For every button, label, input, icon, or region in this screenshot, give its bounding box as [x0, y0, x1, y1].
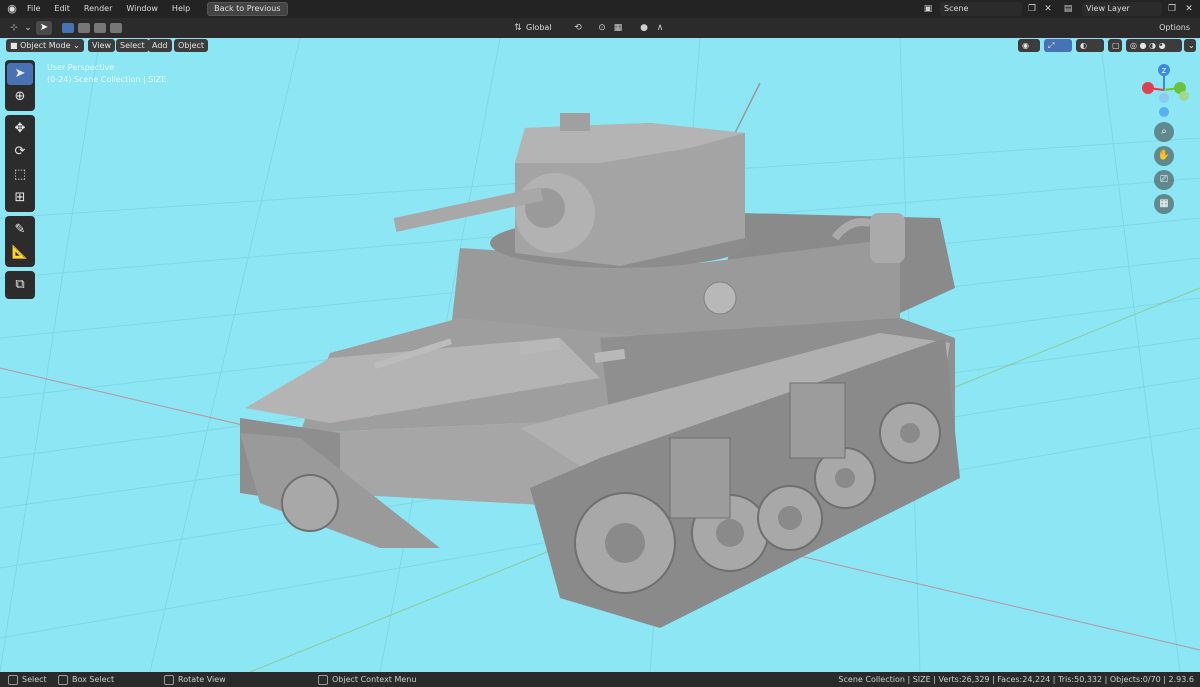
back-to-previous-button[interactable]: Back to Previous: [207, 2, 288, 16]
options-dropdown[interactable]: Options: [1155, 21, 1194, 35]
menu-render[interactable]: Render: [77, 0, 119, 18]
proportional-edit-icon[interactable]: ●: [638, 22, 650, 34]
falloff-icon[interactable]: ∧: [654, 22, 666, 34]
pivot-icon[interactable]: ⟲: [572, 22, 584, 34]
select-menu[interactable]: Select: [116, 39, 149, 52]
status-select-label: Select: [22, 675, 47, 684]
menu-file[interactable]: File: [20, 0, 47, 18]
object-mode-icon: ■: [10, 41, 21, 50]
status-context-menu-label: Object Context Menu: [332, 675, 417, 684]
mouse-middle-icon: [164, 674, 174, 685]
pan-hand-icon[interactable]: ✋: [1154, 146, 1174, 166]
camera-icon[interactable]: ⎚: [1154, 170, 1174, 190]
object-menu[interactable]: Object: [174, 39, 209, 52]
status-box-select-label: Box Select: [72, 675, 115, 684]
chevron-down-icon[interactable]: ⌄: [22, 22, 34, 34]
shading-options-icon[interactable]: ⌄: [1184, 39, 1196, 52]
mouse-right-icon: [318, 674, 328, 685]
shading-mode-icons[interactable]: ◎ ● ◑ ◕: [1126, 39, 1182, 52]
view-menu[interactable]: View: [88, 39, 115, 52]
status-box-select: Box Select: [58, 672, 114, 687]
ortho-grid-icon[interactable]: ▦: [1154, 194, 1174, 214]
mouse-left-icon: [8, 674, 18, 685]
3d-viewport[interactable]: ■ Object Mode ⌄ View Select Add Object ◉…: [0, 38, 1200, 672]
measure-icon[interactable]: 📐: [7, 242, 33, 264]
select-tool-group: ➤ ⊕: [5, 60, 35, 111]
chevron-down-icon: ⌄: [73, 41, 80, 50]
status-bar: Select Box Select Rotate View Object Con…: [0, 672, 1200, 687]
axis-gizmo-icon[interactable]: Z: [1130, 60, 1200, 120]
object-mode-dropdown[interactable]: ■ Object Mode ⌄: [6, 39, 84, 52]
view-layer-icon[interactable]: ▤: [1062, 3, 1074, 15]
add-menu[interactable]: Add: [148, 39, 172, 52]
mouse-drag-icon: [58, 674, 68, 685]
view-layer-field[interactable]: View Layer: [1082, 2, 1162, 16]
view-layer-copy-icon[interactable]: ❐: [1166, 3, 1178, 15]
viewport-header: ■ Object Mode ⌄ View Select Add Object ◉…: [0, 38, 1200, 54]
transform-icon[interactable]: ⊞: [7, 187, 33, 209]
transform-orientation-dropdown[interactable]: Global: [526, 21, 566, 35]
snap-icon[interactable]: ⊙: [596, 22, 608, 34]
tank-model: [240, 82, 960, 628]
menu-window[interactable]: Window: [119, 0, 165, 18]
viewport-info: User Perspective (0-24) Scene Collection…: [47, 62, 166, 86]
rotate-icon[interactable]: ⟳: [7, 141, 33, 163]
select-tool-icon[interactable]: ➤: [36, 21, 52, 35]
status-context-menu: Object Context Menu: [318, 672, 416, 687]
scene-copy-icon[interactable]: ❐: [1026, 3, 1038, 15]
z-axis-label: Z: [1162, 67, 1167, 75]
orientation-icon[interactable]: ⇅: [512, 22, 524, 34]
editor-type-icon[interactable]: ⊹: [8, 22, 20, 34]
status-select: Select: [8, 672, 47, 687]
select-box-icon[interactable]: ➤: [7, 63, 33, 85]
object-mode-label: Object Mode: [20, 41, 71, 50]
menu-help[interactable]: Help: [165, 0, 197, 18]
collection-label: (0-24) Scene Collection | SIZE: [47, 75, 167, 84]
status-rotate-view-label: Rotate View: [178, 675, 226, 684]
viewport-scene: [0, 38, 1200, 672]
move-icon[interactable]: ✥: [7, 118, 33, 140]
view-layer-close-icon[interactable]: ✕: [1183, 3, 1195, 15]
top-menu-bar: ◉ File Edit Render Window Help Back to P…: [0, 0, 1200, 18]
gizmo-toggle-icon[interactable]: ⤢: [1044, 39, 1072, 52]
scale-icon[interactable]: ⬚: [7, 164, 33, 186]
scene-close-icon[interactable]: ✕: [1042, 3, 1054, 15]
view-perspective-label: User Perspective: [47, 63, 115, 72]
add-cube-icon[interactable]: ⧉: [7, 274, 33, 296]
transform-tool-group: ✥ ⟳ ⬚ ⊞: [5, 115, 35, 212]
add-tool-group: ⧉: [5, 271, 35, 299]
visibility-icon[interactable]: ◉: [1018, 39, 1040, 52]
annotate-tool-group: ✎ 📐: [5, 216, 35, 267]
scene-statistics: Scene Collection | SIZE | Verts:26,329 |…: [838, 675, 1194, 684]
status-rotate-view: Rotate View: [164, 672, 226, 687]
scene-name-field[interactable]: Scene: [940, 2, 1022, 16]
blender-logo-icon[interactable]: ◉: [4, 1, 20, 17]
tool-shelf: ➤ ⊕ ✥ ⟳ ⬚ ⊞ ✎ 📐 ⧉: [5, 60, 35, 303]
selection-mode-buttons[interactable]: [62, 22, 132, 34]
menu-edit[interactable]: Edit: [47, 0, 77, 18]
tool-header: ⊹ ⌄ ➤ ⇅ Global ⟲ ⊙ ▦ ● ∧ Options: [0, 18, 1200, 38]
xray-icon[interactable]: ▢: [1108, 39, 1122, 52]
navigation-gizmo[interactable]: Z ⌕ ✋ ⎚ ▦: [1130, 60, 1200, 240]
scene-icon[interactable]: ▣: [922, 3, 934, 15]
zoom-icon[interactable]: ⌕: [1154, 122, 1174, 142]
snap-grid-icon[interactable]: ▦: [612, 22, 624, 34]
overlay-icon[interactable]: ◐: [1076, 39, 1104, 52]
annotate-icon[interactable]: ✎: [7, 219, 33, 241]
cursor-icon[interactable]: ⊕: [7, 86, 33, 108]
